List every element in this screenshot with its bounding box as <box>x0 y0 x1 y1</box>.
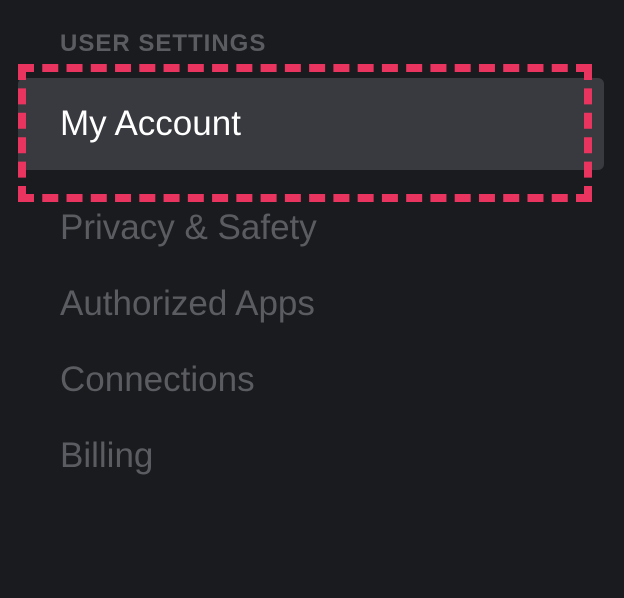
section-header: USER SETTINGS <box>60 30 624 58</box>
menu-item-authorized-apps[interactable]: Authorized Apps <box>60 266 624 342</box>
menu-item-my-account-wrapper: My Account <box>18 78 604 170</box>
settings-sidebar: USER SETTINGS My Account Privacy & Safet… <box>0 0 624 494</box>
menu-item-privacy-safety[interactable]: Privacy & Safety <box>60 190 624 266</box>
menu-item-billing[interactable]: Billing <box>60 418 624 494</box>
menu-item-my-account[interactable]: My Account <box>60 78 604 170</box>
menu-item-connections[interactable]: Connections <box>60 342 624 418</box>
